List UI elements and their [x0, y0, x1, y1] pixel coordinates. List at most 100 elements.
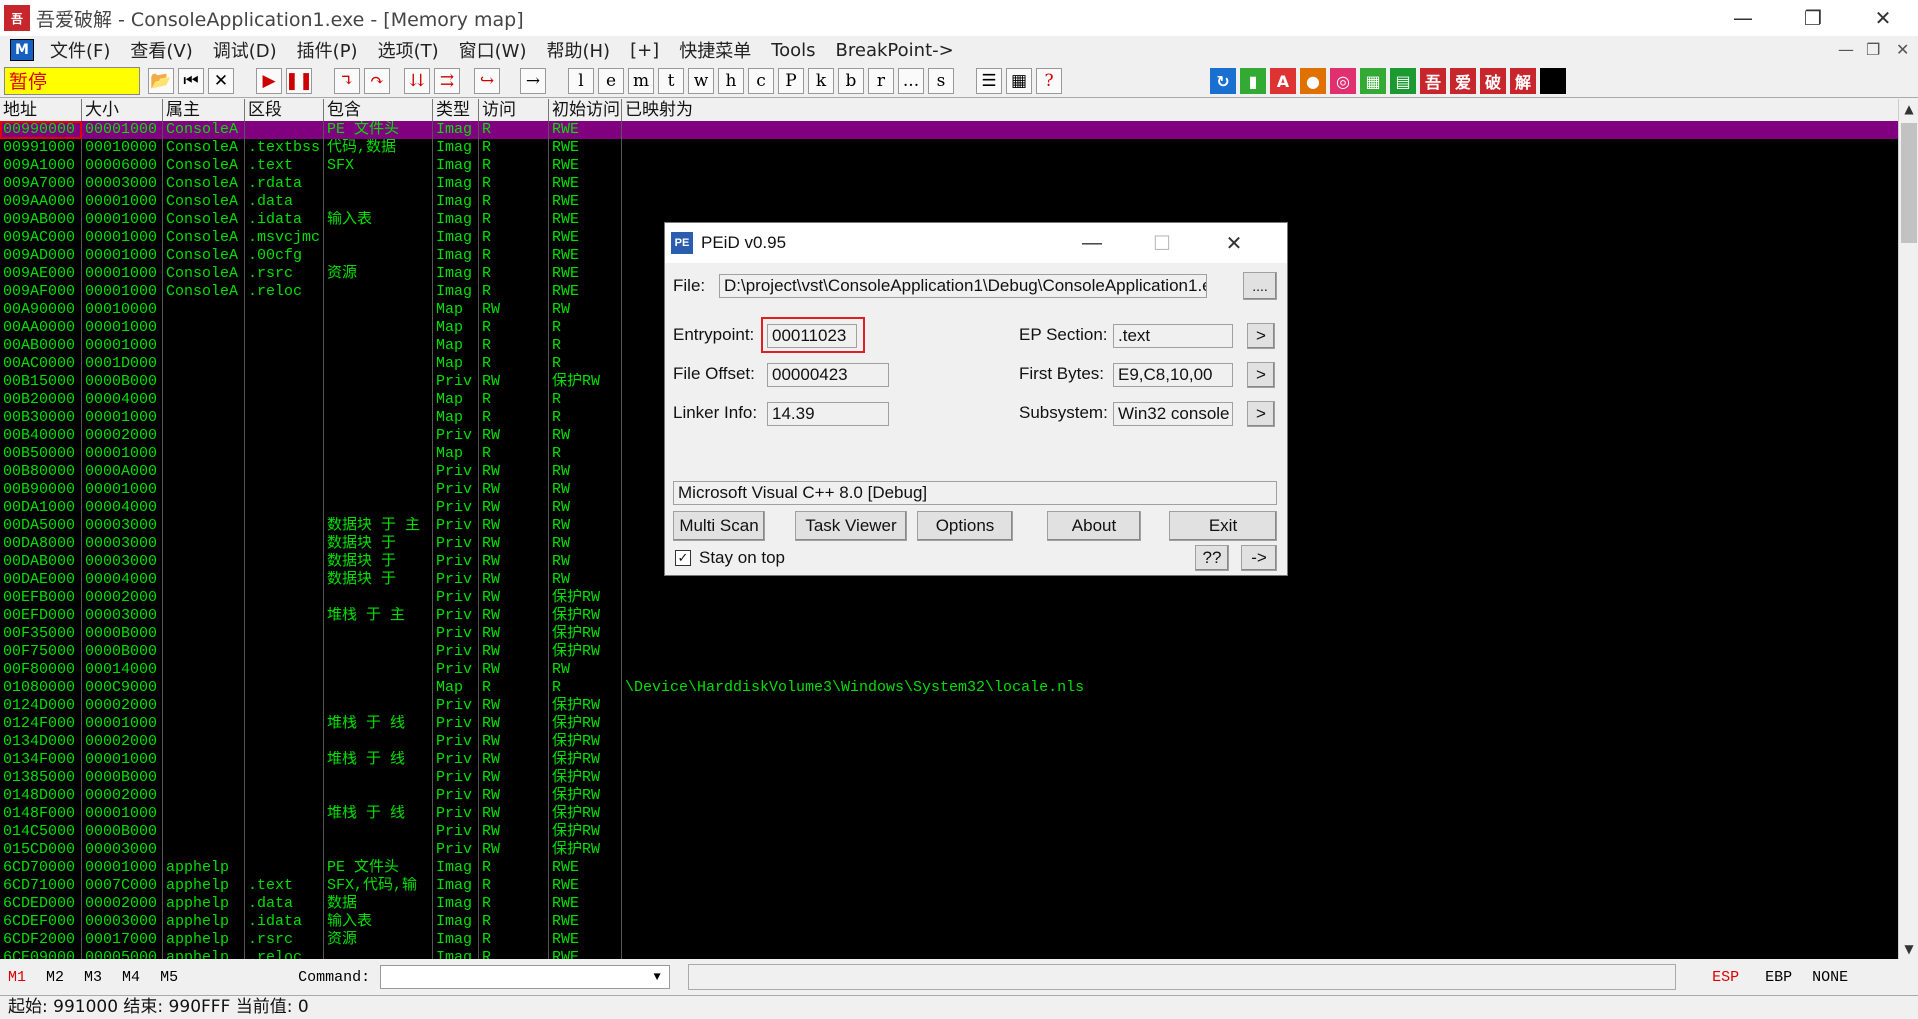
- scroll-up-icon[interactable]: ▲: [1899, 99, 1918, 119]
- exit-button[interactable]: Exit: [1169, 511, 1277, 541]
- table-row[interactable]: 00990000 00001000 ConsoleA PE 文件头 Imag R RWE: [0, 121, 1898, 139]
- tb-r[interactable]: r: [868, 68, 894, 94]
- help-icon[interactable]: ?: [1036, 68, 1062, 94]
- subsystem-more-button[interactable]: >: [1247, 401, 1275, 427]
- minimize-button[interactable]: —: [1708, 0, 1778, 36]
- close-button[interactable]: ✕: [1848, 0, 1918, 36]
- browse-button[interactable]: ....: [1243, 272, 1277, 300]
- black-swatch[interactable]: [1540, 68, 1566, 94]
- table-row[interactable]: 6CD70000 00001000 apphelp PE 文件头 Imag R RWE: [0, 859, 1898, 877]
- menu-debug[interactable]: 调试(D): [203, 37, 287, 63]
- tab-m1[interactable]: M1: [8, 969, 26, 986]
- tab-m5[interactable]: M5: [160, 969, 178, 986]
- menu-view[interactable]: 查看(V): [120, 37, 202, 63]
- table-row[interactable]: 0124F000 00001000 堆栈 于 线 Priv RW 保护RW: [0, 715, 1898, 733]
- open-icon[interactable]: 📂: [148, 68, 174, 94]
- tb-p[interactable]: P: [778, 68, 804, 94]
- table-row[interactable]: 0124D000 00002000 Priv RW 保护RW: [0, 697, 1898, 715]
- mdi-restore-icon[interactable]: ❐: [1866, 40, 1880, 59]
- col-contains[interactable]: 包含: [324, 99, 433, 121]
- col-section[interactable]: 区段: [245, 99, 324, 121]
- peid-maximize-button[interactable]: ☐: [1127, 223, 1197, 263]
- restore-button[interactable]: ❐: [1778, 0, 1848, 36]
- target-icon[interactable]: ◎: [1330, 68, 1356, 94]
- help-qq-button[interactable]: ??: [1195, 545, 1229, 571]
- table-row[interactable]: 009AA000 00001000 ConsoleA .data Imag R RWE: [0, 193, 1898, 211]
- record-icon[interactable]: ●: [1300, 68, 1326, 94]
- restart-icon[interactable]: ⏮: [178, 68, 204, 94]
- tab-m4[interactable]: M4: [122, 969, 140, 986]
- menu-plus[interactable]: [+]: [620, 40, 669, 61]
- first-bytes-field[interactable]: E9,C8,10,00: [1113, 363, 1233, 387]
- linker-field[interactable]: 14.39: [767, 402, 889, 426]
- ai-button[interactable]: 爱: [1450, 68, 1476, 94]
- table-row[interactable]: 0148D000 00002000 Priv RW 保护RW: [0, 787, 1898, 805]
- tb-l[interactable]: l: [568, 68, 594, 94]
- table-row[interactable]: 0134F000 00001000 堆栈 于 线 Priv RW 保护RW: [0, 751, 1898, 769]
- vertical-scrollbar[interactable]: ▲ ▼: [1898, 99, 1918, 959]
- table-row[interactable]: 00EFB000 00002000 Priv RW 保护RW: [0, 589, 1898, 607]
- plugin-icon[interactable]: ▮: [1240, 68, 1266, 94]
- reg-none[interactable]: NONE: [1812, 969, 1848, 986]
- menu-help[interactable]: 帮助(H): [536, 37, 620, 63]
- table-row[interactable]: 6CDF2000 00017000 apphelp .rsrc 资源 Imag R RWE: [0, 931, 1898, 949]
- pause-icon[interactable]: ❚❚: [285, 68, 313, 94]
- col-initial-access[interactable]: 初始访问: [549, 99, 622, 121]
- table-row[interactable]: 009A1000 00006000 ConsoleA .text SFX Imag R RWE: [0, 157, 1898, 175]
- ep-section-more-button[interactable]: >: [1247, 323, 1275, 349]
- refresh-icon[interactable]: ↻: [1210, 68, 1236, 94]
- reg-ebp[interactable]: EBP: [1765, 969, 1792, 986]
- font-icon[interactable]: A: [1270, 68, 1296, 94]
- jie-button[interactable]: 解: [1510, 68, 1536, 94]
- table-row[interactable]: 014C5000 0000B000 Priv RW 保护RW: [0, 823, 1898, 841]
- table-row[interactable]: 01385000 0000B000 Priv RW 保护RW: [0, 769, 1898, 787]
- menu-window[interactable]: 窗口(W): [449, 37, 537, 63]
- scroll-thumb[interactable]: [1901, 123, 1917, 243]
- table-row[interactable]: 6CD71000 0007C000 apphelp .text SFX,代码,输 Imag…: [0, 877, 1898, 895]
- table-row[interactable]: 00F80000 00014000 Priv RW RW: [0, 661, 1898, 679]
- table-row[interactable]: 6CDED000 00002000 apphelp .data 数据 Imag R RWE: [0, 895, 1898, 913]
- tb-m[interactable]: m: [628, 68, 654, 94]
- file-path-field[interactable]: D:\project\vst\ConsoleApplication1\Debug…: [719, 274, 1207, 298]
- goto-icon[interactable]: →: [520, 68, 546, 94]
- menu-plugins[interactable]: 插件(P): [287, 37, 368, 63]
- tb-e[interactable]: e: [598, 68, 624, 94]
- wu-button[interactable]: 吾: [1420, 68, 1446, 94]
- col-address[interactable]: 地址: [0, 99, 82, 121]
- tb-h[interactable]: h: [718, 68, 744, 94]
- task-viewer-button[interactable]: Task Viewer: [795, 511, 907, 541]
- scroll-down-icon[interactable]: ▼: [1899, 939, 1918, 959]
- file-offset-field[interactable]: 00000423: [767, 363, 889, 387]
- table-row[interactable]: 015CD000 00003000 Priv RW 保护RW: [0, 841, 1898, 859]
- col-size[interactable]: 大小: [82, 99, 163, 121]
- mdi-minimize-icon[interactable]: —: [1838, 40, 1854, 59]
- mdi-logo-icon[interactable]: M: [10, 39, 34, 61]
- menu-breakpoint[interactable]: BreakPoint->: [826, 40, 964, 61]
- trace-into-icon[interactable]: ⇊: [404, 68, 430, 94]
- menu-tools[interactable]: Tools: [761, 40, 825, 61]
- table-icon[interactable]: ▤: [1390, 68, 1416, 94]
- reg-esp[interactable]: ESP: [1712, 969, 1739, 986]
- command-dropdown-icon[interactable]: ▼: [647, 967, 667, 987]
- tb-b[interactable]: b: [838, 68, 864, 94]
- table-row[interactable]: 6CDEF000 00003000 apphelp .idata 输入表 Imag R RWE: [0, 913, 1898, 931]
- table-row[interactable]: 0148F000 00001000 堆栈 于 线 Priv RW 保护RW: [0, 805, 1898, 823]
- menu-options[interactable]: 选项(T): [368, 37, 449, 63]
- ep-section-field[interactable]: .text: [1113, 324, 1233, 348]
- close-debug-icon[interactable]: ✕: [208, 68, 234, 94]
- table-row[interactable]: 0134D000 00002000 Priv RW 保护RW: [0, 733, 1898, 751]
- calc-icon[interactable]: ▦: [1360, 68, 1386, 94]
- grid-icon[interactable]: ▦: [1006, 68, 1032, 94]
- table-row[interactable]: 00F75000 0000B000 Priv RW 保护RW: [0, 643, 1898, 661]
- table-row[interactable]: 01080000 000C9000 Map R R \Device\HarddiskVol…: [0, 679, 1898, 697]
- tab-m3[interactable]: M3: [84, 969, 102, 986]
- tb-k[interactable]: k: [808, 68, 834, 94]
- about-button[interactable]: About: [1047, 511, 1141, 541]
- multi-scan-button[interactable]: Multi Scan: [673, 511, 765, 541]
- table-row[interactable]: 00991000 00010000 ConsoleA .textbss 代码,数据 Ima…: [0, 139, 1898, 157]
- tb-s[interactable]: s: [928, 68, 954, 94]
- tb-t[interactable]: t: [658, 68, 684, 94]
- trace-over-icon[interactable]: ⇉: [434, 68, 460, 94]
- step-over-icon[interactable]: ↷: [364, 68, 390, 94]
- tab-m2[interactable]: M2: [46, 969, 64, 986]
